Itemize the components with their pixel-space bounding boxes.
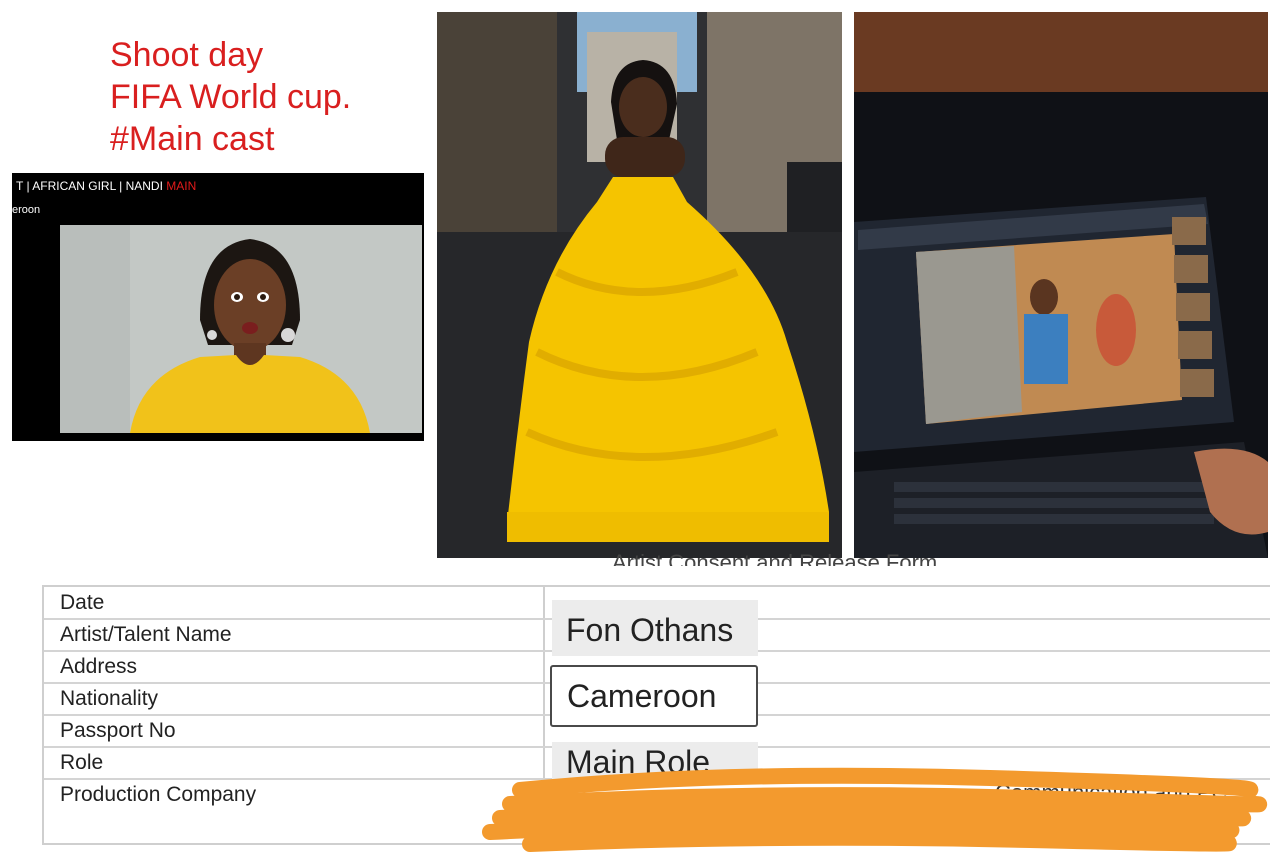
video-screenshot: T | AFRICAN GIRL | NANDI MAIN eroon xyxy=(12,173,424,441)
woman-yellow-top-image xyxy=(60,225,422,433)
yellow-dress-street-photo xyxy=(437,12,842,558)
nationality-value: Cameroon xyxy=(550,665,758,727)
form-title: Artist Consent and Release Form xyxy=(612,550,938,566)
video-frame xyxy=(60,225,422,433)
caption-line-fifa: FIFA World cup. xyxy=(110,78,352,116)
laptop-editing-photo xyxy=(854,12,1268,558)
orange-redaction-scribble xyxy=(482,767,1268,852)
caption-line-shoot-day: Shoot day xyxy=(110,36,264,74)
row-label: Artist/Talent Name xyxy=(60,623,232,646)
row-label: Date xyxy=(60,591,105,614)
video-subtitle: eroon xyxy=(12,204,41,216)
row-label: Role xyxy=(60,751,104,774)
row-label: Passport No xyxy=(60,719,176,742)
caption: Shoot day FIFA World cup. #Main cast xyxy=(110,34,351,160)
video-title-highlight: MAIN xyxy=(166,179,197,193)
caption-line-main-cast: #Main cast xyxy=(110,120,275,158)
row-label: Address xyxy=(60,655,138,678)
row-label: Nationality xyxy=(60,687,159,710)
laptop-image xyxy=(854,12,1268,558)
yellow-dress-image xyxy=(437,12,842,558)
artist-name-value: Fon Othans xyxy=(552,600,758,656)
video-title: T | AFRICAN GIRL | NANDI MAIN xyxy=(16,179,196,193)
row-label: Production Company xyxy=(60,783,257,806)
video-title-text: T | AFRICAN GIRL | NANDI xyxy=(16,179,167,193)
